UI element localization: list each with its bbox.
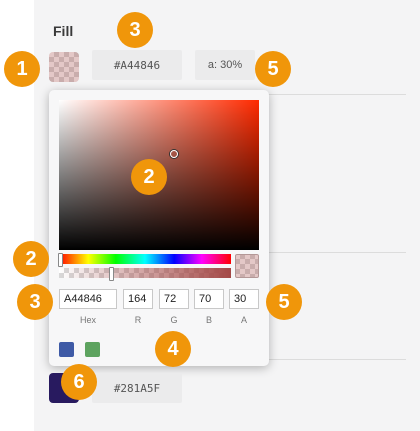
color-picker-handle[interactable]	[170, 150, 178, 158]
second-fill-hex[interactable]: #281A5F	[92, 373, 182, 403]
red-input[interactable]: 164	[123, 289, 153, 309]
divider	[268, 252, 406, 253]
blue-input[interactable]: 70	[194, 289, 224, 309]
callout-badge: 2	[13, 241, 49, 277]
callout-badge: 1	[4, 51, 40, 87]
callout-badge: 3	[17, 284, 53, 320]
preset-swatch-green[interactable]	[85, 342, 100, 357]
divider	[268, 359, 406, 360]
divider	[268, 94, 406, 95]
fill-heading: Fill	[53, 23, 74, 39]
hue-slider-handle[interactable]	[58, 253, 63, 267]
callout-badge: 6	[61, 364, 97, 400]
hue-slider[interactable]	[59, 254, 231, 264]
color-preview-swatch	[235, 254, 259, 278]
alpha-label: A	[240, 315, 247, 325]
hex-input[interactable]: A44846	[59, 289, 117, 309]
alpha-input[interactable]: 30	[229, 289, 259, 309]
fill-color-swatch[interactable]	[49, 52, 79, 82]
fill-hex-value[interactable]: #A44846	[92, 50, 182, 80]
preset-swatch-blue[interactable]	[59, 342, 74, 357]
blue-label: B	[205, 315, 212, 325]
alpha-slider-handle[interactable]	[109, 267, 114, 281]
green-label: G	[170, 315, 178, 325]
red-label: R	[134, 315, 142, 325]
callout-badge: 5	[255, 51, 291, 87]
callout-badge: 3	[117, 12, 153, 48]
hex-label: Hex	[79, 315, 96, 325]
callout-badge: 4	[155, 331, 191, 367]
fill-alpha-value[interactable]: a: 30%	[195, 50, 255, 80]
callout-badge: 2	[131, 159, 167, 195]
green-input[interactable]: 72	[159, 289, 189, 309]
callout-badge: 5	[266, 284, 302, 320]
alpha-slider[interactable]	[59, 268, 231, 278]
